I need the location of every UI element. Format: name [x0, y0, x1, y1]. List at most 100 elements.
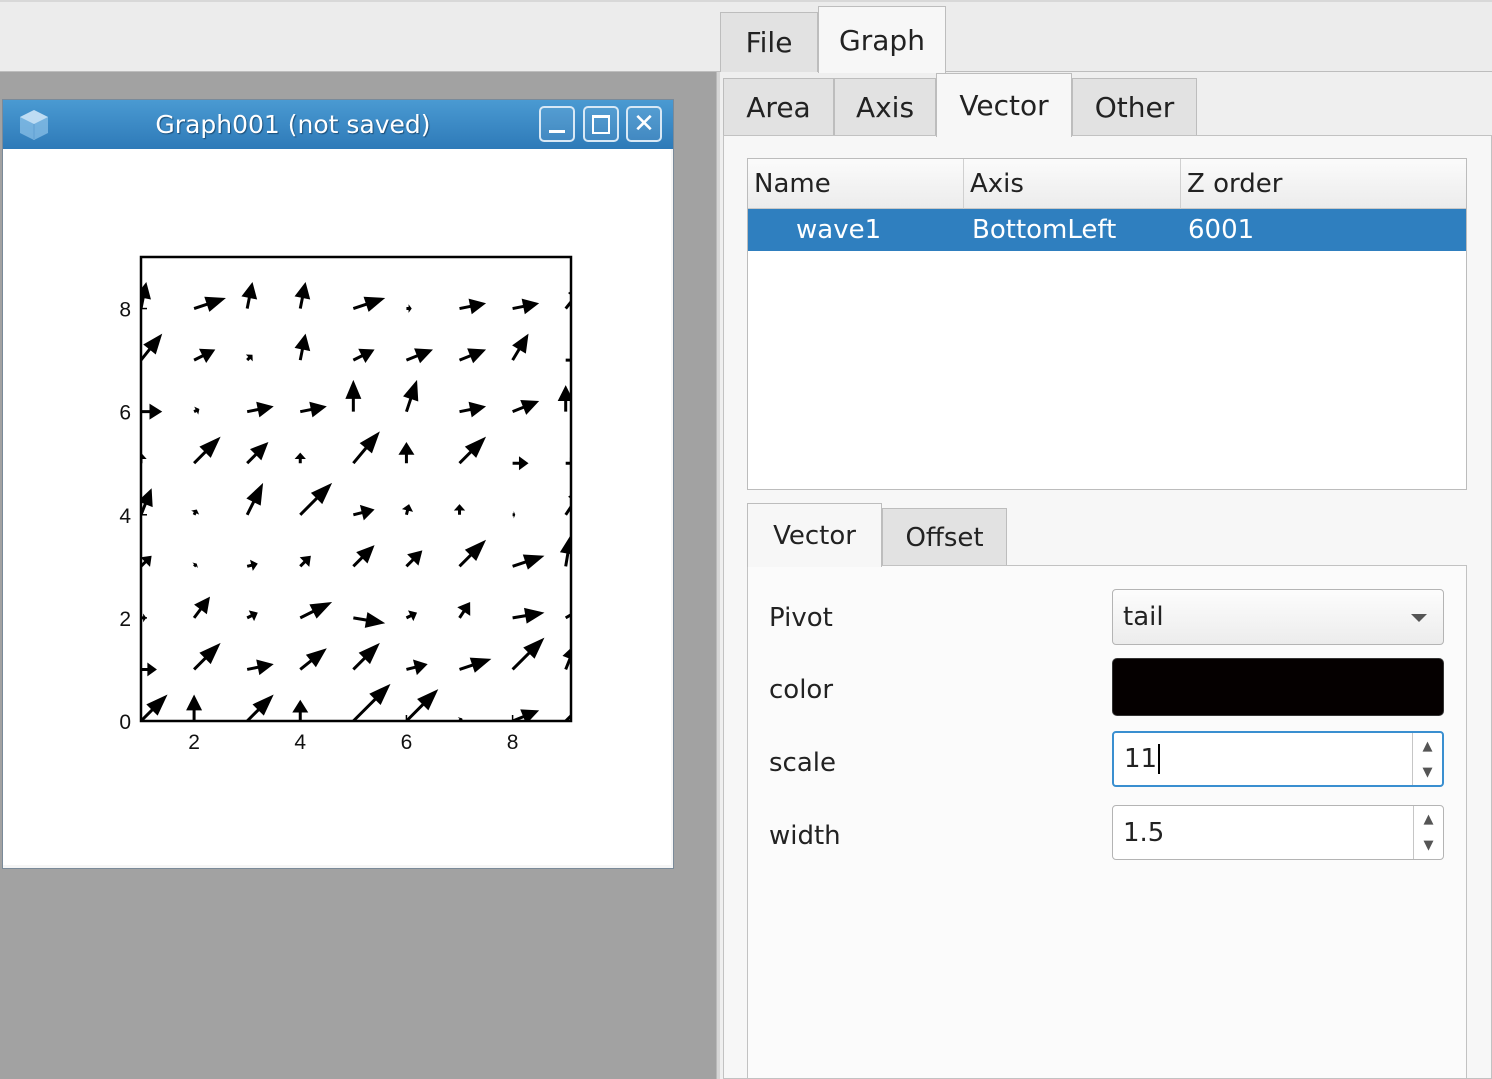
row-name-cell: wave1 — [796, 215, 882, 245]
row-axis-cell: BottomLeft — [972, 215, 1117, 245]
color-picker-button[interactable] — [1112, 658, 1444, 716]
table-row[interactable]: wave1 BottomLeft 6001 — [748, 209, 1466, 251]
vector-arrow — [191, 509, 200, 516]
vector-arrow — [459, 401, 487, 418]
close-button[interactable]: ✕ — [626, 106, 662, 142]
width-input[interactable]: 1.5 ▲ ▼ — [1112, 805, 1444, 860]
column-header-axis[interactable]: Axis — [964, 159, 1181, 209]
vector-arrow — [245, 354, 253, 362]
vector-arrow — [512, 607, 545, 624]
vector-arrow — [511, 637, 545, 671]
y-tick-label: 2 — [119, 608, 131, 631]
vector-arrow — [458, 348, 487, 364]
graph-window[interactable]: Graph001 (not saved) ✕ 2 4 6 8 0 2 4 6 8 — [2, 99, 674, 869]
tab-graph[interactable]: Graph — [818, 6, 946, 73]
vector-arrow — [299, 482, 333, 516]
y-tick-label: 4 — [119, 505, 131, 528]
vector-arrow — [141, 662, 157, 677]
scale-label: scale — [769, 748, 836, 778]
vector-arrow — [193, 642, 221, 671]
vector-arrow — [141, 282, 151, 309]
vector-arrow — [512, 456, 529, 471]
vector-arrow — [405, 550, 423, 568]
vector-arrow — [403, 379, 419, 413]
tab-other[interactable]: Other — [1072, 78, 1197, 136]
tab-area[interactable]: Area — [723, 78, 834, 136]
row-zorder-cell: 6001 — [1188, 215, 1255, 245]
vector-arrow — [193, 406, 200, 415]
vector-arrow — [457, 601, 471, 619]
scale-input[interactable]: 11 ▲ ▼ — [1112, 731, 1444, 787]
vector-arrow — [345, 379, 362, 412]
spin-up-icon: ▲ — [1423, 811, 1434, 827]
vector-arrow — [405, 689, 439, 721]
graph-window-titlebar[interactable]: Graph001 (not saved) ✕ — [3, 100, 673, 149]
vector-plot[interactable]: 2 4 6 8 0 2 4 6 8 — [3, 149, 671, 865]
width-value: 1.5 — [1123, 817, 1165, 848]
maximize-button[interactable] — [583, 106, 619, 142]
x-tick-label: 4 — [294, 731, 306, 754]
vector-arrow — [559, 534, 571, 567]
splitter[interactable] — [716, 72, 720, 1079]
vector-arrow — [141, 333, 163, 362]
vector-arrow — [299, 648, 327, 671]
vector-arrow — [459, 298, 487, 315]
vector-arrow — [512, 554, 545, 570]
vector-arrow — [352, 545, 375, 568]
tab-axis[interactable]: Axis — [834, 78, 936, 136]
vector-arrow — [193, 296, 226, 312]
vector-arrow — [246, 441, 269, 465]
tab-file[interactable]: File — [720, 12, 818, 72]
pivot-select[interactable]: tail — [1112, 589, 1444, 645]
graph-canvas-area: 2 4 6 8 0 2 4 6 8 — [3, 149, 671, 865]
vector-arrow — [352, 504, 375, 521]
vector-arrow — [564, 494, 571, 516]
vector-arrow — [299, 401, 327, 418]
x-tick-label: 2 — [188, 731, 200, 754]
vector-arrow — [192, 562, 198, 569]
maximize-icon — [592, 114, 610, 134]
column-header-name[interactable]: Name — [748, 159, 964, 209]
vector-list-table[interactable]: Name Axis Z order wave1 BottomLeft 6001 — [747, 158, 1467, 490]
vector-arrow — [193, 348, 216, 364]
text-cursor — [1158, 744, 1161, 774]
vector-arrow — [512, 399, 540, 415]
vector-arrow — [294, 452, 306, 464]
vector-arrow — [398, 441, 415, 464]
vector-arrow — [458, 539, 487, 568]
vector-arrow — [405, 610, 418, 622]
pivot-label: Pivot — [769, 603, 833, 633]
vector-arrow — [406, 304, 412, 313]
vector-arrow — [241, 282, 258, 309]
vector-arrow — [352, 431, 380, 465]
y-tick-label: 6 — [119, 402, 131, 425]
vector-arrow — [246, 694, 274, 721]
close-icon: ✕ — [633, 109, 655, 139]
arrows-group — [141, 282, 571, 721]
x-tick-label: 6 — [401, 731, 413, 754]
y-tick-label: 8 — [119, 299, 131, 322]
vector-arrow — [564, 612, 571, 620]
vector-arrow — [294, 282, 311, 309]
vector-arrow — [299, 555, 311, 568]
x-tick-label: 8 — [507, 731, 519, 754]
subtab-vector[interactable]: Vector — [747, 503, 882, 567]
scale-spinner[interactable]: ▲ ▼ — [1412, 733, 1442, 785]
vector-arrow — [458, 436, 487, 465]
width-label: width — [769, 821, 841, 851]
minimize-button[interactable] — [539, 106, 575, 142]
vector-arrow — [294, 333, 311, 361]
subtab-offset[interactable]: Offset — [882, 508, 1007, 566]
chevron-down-icon — [1411, 614, 1427, 622]
width-spinner[interactable]: ▲ ▼ — [1413, 806, 1443, 859]
vector-arrow — [246, 559, 258, 571]
vector-arrow — [352, 296, 386, 312]
vector-arrow — [192, 596, 211, 619]
vector-arrow — [512, 298, 540, 315]
vector-arrow — [299, 601, 333, 620]
vector-arrow — [459, 657, 492, 673]
vector-arrow — [246, 610, 258, 622]
tab-vector[interactable]: Vector — [936, 73, 1072, 137]
column-header-zorder[interactable]: Z order — [1181, 159, 1466, 209]
vector-arrow — [141, 694, 168, 721]
